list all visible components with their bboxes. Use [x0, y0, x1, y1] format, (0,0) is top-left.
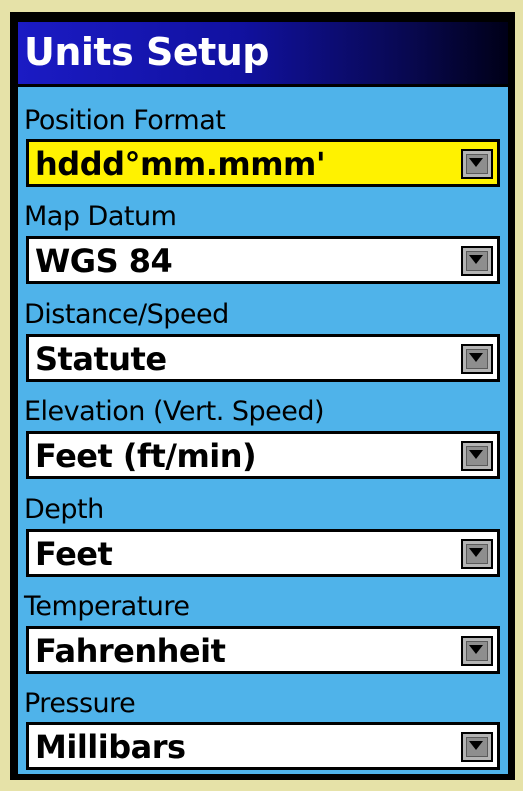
dropdown-arrow-icon[interactable]: [461, 149, 493, 179]
temperature-value: Fahrenheit: [35, 632, 226, 670]
elevation-value: Feet (ft/min): [35, 437, 257, 475]
depth-dropdown[interactable]: Feet: [26, 529, 500, 577]
position-format-dropdown[interactable]: hddd°mm.mmm': [26, 139, 500, 187]
dropdown-arrow-icon[interactable]: [461, 539, 493, 569]
depth-value: Feet: [35, 535, 113, 573]
map-datum-label: Map Datum: [24, 201, 177, 232]
elevation-dropdown[interactable]: Feet (ft/min): [26, 431, 500, 479]
depth-label: Depth: [24, 494, 104, 525]
gps-device-frame: Units Setup Position Format hddd°mm.mmm'…: [10, 12, 515, 780]
units-setup-screen: Units Setup Position Format hddd°mm.mmm'…: [18, 22, 508, 774]
dropdown-arrow-icon[interactable]: [461, 441, 493, 471]
distance-speed-value: Statute: [35, 340, 167, 378]
dropdown-arrow-icon[interactable]: [461, 246, 493, 276]
dropdown-arrow-icon[interactable]: [461, 636, 493, 666]
elevation-label: Elevation (Vert. Speed): [24, 396, 325, 427]
distance-speed-label: Distance/Speed: [24, 299, 229, 330]
dropdown-arrow-icon[interactable]: [461, 732, 493, 762]
position-format-value: hddd°mm.mmm': [35, 145, 326, 183]
pressure-dropdown[interactable]: Millibars: [26, 722, 500, 770]
map-datum-dropdown[interactable]: WGS 84: [26, 236, 500, 284]
pressure-value: Millibars: [35, 728, 186, 766]
dropdown-arrow-icon[interactable]: [461, 344, 493, 374]
position-format-label: Position Format: [24, 105, 226, 136]
temperature-dropdown[interactable]: Fahrenheit: [26, 626, 500, 674]
title-bar: Units Setup: [18, 22, 508, 87]
page-title: Units Setup: [24, 30, 270, 74]
distance-speed-dropdown[interactable]: Statute: [26, 334, 500, 382]
temperature-label: Temperature: [24, 591, 190, 622]
pressure-label: Pressure: [24, 688, 136, 719]
map-datum-value: WGS 84: [35, 242, 173, 280]
